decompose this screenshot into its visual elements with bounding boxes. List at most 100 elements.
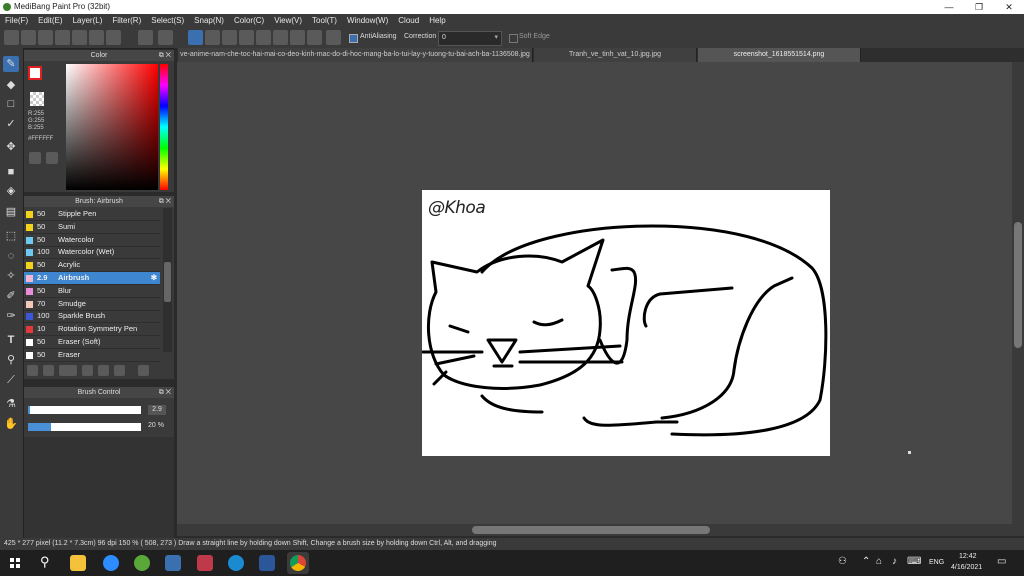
foreground-color-swatch[interactable]	[28, 66, 42, 80]
snap-radial-icon[interactable]	[256, 30, 271, 45]
pen-check-tool-icon[interactable]: ✓	[3, 116, 19, 132]
redo-icon[interactable]	[158, 30, 173, 45]
brush-size-value[interactable]: 2.9	[148, 405, 166, 415]
brush-folder-icon[interactable]	[98, 365, 109, 376]
hand-tool-icon[interactable]: ✋	[3, 416, 19, 432]
comment-icon[interactable]	[55, 30, 70, 45]
soft-edge-checkbox[interactable]	[509, 34, 518, 43]
grid-icon[interactable]	[106, 30, 121, 45]
notification-icon[interactable]: ▭	[997, 556, 1006, 567]
move-tool-icon[interactable]: ✥	[3, 139, 19, 155]
snap-config-icon[interactable]	[326, 30, 341, 45]
snap-off-icon[interactable]	[188, 30, 203, 45]
color-palette-icon[interactable]	[29, 152, 41, 164]
chevron-up-icon[interactable]: ⌃	[862, 556, 870, 567]
panel-close-icon[interactable]: ⧉ ✕	[159, 50, 171, 61]
menu-color[interactable]: Color(C)	[229, 14, 269, 28]
snap-settings-icon[interactable]	[307, 30, 322, 45]
snap-vanish-icon[interactable]	[239, 30, 254, 45]
antialiasing-checkbox[interactable]	[349, 34, 358, 43]
store-app-icon[interactable]	[197, 555, 213, 571]
save-icon[interactable]	[72, 30, 87, 45]
menu-help[interactable]: Help	[424, 14, 450, 28]
network-icon[interactable]: ⌂	[876, 556, 882, 567]
brush-delete-icon[interactable]	[138, 365, 149, 376]
fill-rect-tool-icon[interactable]: ■	[3, 164, 19, 180]
horizontal-scrollbar[interactable]	[177, 524, 1024, 536]
green-app-icon[interactable]	[134, 555, 150, 571]
drawing-canvas[interactable]: @Khoa	[422, 190, 830, 456]
hue-slider[interactable]	[160, 64, 168, 190]
word-app-icon[interactable]	[259, 555, 275, 571]
zoom-app-icon[interactable]	[103, 555, 119, 571]
tab-anime-image[interactable]: ve-anime-nam-che-toc-hai-mai-co-deo-kinh…	[178, 48, 533, 62]
brush-opacity-slider[interactable]	[28, 423, 141, 431]
vertical-scroll-thumb[interactable]	[1014, 222, 1022, 348]
menu-tool[interactable]: Tool(T)	[307, 14, 342, 28]
eraser-tool-icon[interactable]: ◆	[3, 77, 19, 93]
brush-size-slider[interactable]	[28, 406, 141, 414]
magic-wand-tool-icon[interactable]: ✧	[3, 268, 19, 284]
select-eraser-tool-icon[interactable]: ✑	[3, 308, 19, 324]
brush-list-item[interactable]: 50 Acrylic	[24, 259, 160, 273]
tab-tranh-image[interactable]: Tranh_ve_tinh_vat_10.jpg.jpg	[534, 48, 697, 62]
color-picker-icon[interactable]	[46, 152, 58, 164]
file-explorer-icon[interactable]	[70, 555, 86, 571]
menu-file[interactable]: File(F)	[0, 14, 33, 28]
undo-icon[interactable]	[138, 30, 153, 45]
brush-list-item[interactable]: 50 Eraser (Soft)	[24, 336, 160, 349]
vertical-scrollbar[interactable]	[1012, 62, 1024, 524]
chrome-active-slot[interactable]	[287, 552, 309, 574]
windows-start-icon[interactable]	[10, 558, 20, 568]
menu-cloud[interactable]: Cloud	[393, 14, 424, 28]
brush-menu-icon[interactable]	[59, 365, 77, 376]
snap-parallel-icon[interactable]	[205, 30, 220, 45]
brush-tool-icon[interactable]: ✎	[3, 56, 19, 72]
lasso-tool-icon[interactable]: ◌	[3, 248, 19, 264]
brush-list-item[interactable]: 100 Sparkle Brush	[24, 310, 160, 324]
language-indicator[interactable]: ENG	[929, 559, 944, 566]
brush-list-item[interactable]: 70 Smudge	[24, 298, 160, 311]
brush-list-item[interactable]: 50 Stipple Pen	[24, 208, 160, 221]
minimize-button[interactable]: —	[934, 0, 964, 14]
snap-cross-icon[interactable]	[222, 30, 237, 45]
tab-screenshot[interactable]: screenshot_1618551514.png	[698, 48, 861, 62]
brush-cloud-icon[interactable]	[27, 365, 38, 376]
transparent-color-swatch[interactable]	[30, 92, 44, 106]
edge-browser-icon[interactable]	[228, 555, 244, 571]
clock-date[interactable]: 4/16/2021	[951, 564, 982, 571]
brush-list-item[interactable]: 50 Watercolor	[24, 234, 160, 247]
brush-list-item[interactable]: 10 Rotation Symmetry Pen	[24, 323, 160, 337]
text-tool-icon[interactable]: T	[3, 332, 19, 348]
menu-filter[interactable]: Filter(R)	[107, 14, 146, 28]
cloud-icon[interactable]	[4, 30, 19, 45]
gradient-tool-icon[interactable]: ▤	[3, 204, 19, 220]
menu-view[interactable]: View(V)	[269, 14, 307, 28]
divide-tool-icon[interactable]: ⟋	[3, 372, 19, 388]
menu-edit[interactable]: Edit(E)	[33, 14, 67, 28]
search-icon[interactable]: ⚲	[40, 554, 50, 570]
paint-app-icon[interactable]	[165, 555, 181, 571]
operation-tool-icon[interactable]: ⚲	[3, 352, 19, 368]
select-rect-tool-icon[interactable]: □	[3, 96, 19, 112]
saturation-value-picker[interactable]	[66, 64, 158, 190]
select-pen-tool-icon[interactable]: ✐	[3, 288, 19, 304]
keyboard-icon[interactable]: ⌨	[907, 556, 921, 567]
brush-settings-icon[interactable]	[82, 365, 93, 376]
brush-list-item[interactable]: 50 Sumi	[24, 221, 160, 234]
close-button[interactable]: ✕	[994, 0, 1024, 14]
volume-icon[interactable]: ♪	[892, 556, 897, 567]
brush-copy-icon[interactable]	[114, 365, 125, 376]
menu-window[interactable]: Window(W)	[342, 14, 393, 28]
brush-list-item[interactable]: 2.9 Airbrush ✻	[24, 272, 160, 285]
export-icon[interactable]	[89, 30, 104, 45]
brush-list-scroll-thumb[interactable]	[164, 262, 171, 302]
brush-list-item[interactable]: 50 Blur	[24, 285, 160, 298]
menu-snap[interactable]: Snap(N)	[189, 14, 229, 28]
restore-button[interactable]: ❐	[964, 0, 994, 14]
correction-select[interactable]: 0 ▾	[438, 31, 502, 46]
brush-list-scrollbar[interactable]	[163, 208, 172, 352]
add-brush-icon[interactable]	[43, 365, 54, 376]
snap-curve-icon[interactable]	[290, 30, 305, 45]
horizontal-scroll-thumb[interactable]	[472, 526, 710, 534]
